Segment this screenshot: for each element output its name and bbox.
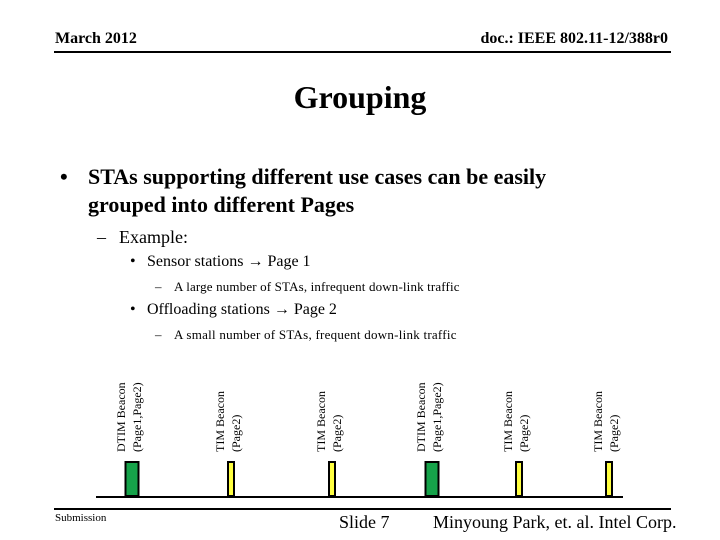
main-bullet-line1: STAs supporting different use cases can … xyxy=(88,164,547,189)
dash-icon: – xyxy=(155,327,162,342)
beacon-label-line1: DTIM Beacon xyxy=(414,382,428,452)
tim-beacon-bar xyxy=(605,461,613,497)
dtim-beacon-bar xyxy=(124,461,140,497)
footer-author: Minyoung Park, et. al. Intel Corp. xyxy=(433,512,677,532)
dash-icon: – xyxy=(97,227,106,247)
item-label: Sensor stations xyxy=(147,253,244,270)
tim-beacon: TIM Beacon (Page2) xyxy=(314,391,344,497)
dtim-beacon: DTIM Beacon (Page1,Page2) xyxy=(114,382,144,497)
beacon-label-line1: DTIM Beacon xyxy=(114,382,128,452)
arrow-right-icon: → xyxy=(273,301,290,318)
item-target: Page 1 xyxy=(267,253,311,270)
dtim-beacon: DTIM Beacon (Page1,Page2) xyxy=(414,382,444,497)
beacon-label-line1: TIM Beacon xyxy=(314,391,328,452)
beacon-label-line1: TIM Beacon xyxy=(591,391,605,452)
main-bullet-line2: grouped into different Pages xyxy=(88,192,355,217)
tim-beacon: TIM Beacon (Page2) xyxy=(213,391,243,497)
footer-submission: Submission xyxy=(55,512,107,524)
item-detail: A small number of STAs, frequent down-li… xyxy=(174,327,457,342)
example-label: Example: xyxy=(119,227,188,247)
footer-divider xyxy=(54,508,671,510)
header-divider xyxy=(54,51,671,53)
beacon-label-line2: (Page1,Page2) xyxy=(130,382,144,452)
tim-beacon-bar xyxy=(328,461,336,497)
bullet-icon: • xyxy=(130,253,136,270)
tim-beacon-bar xyxy=(227,461,235,497)
beacon-label-line1: TIM Beacon xyxy=(213,391,227,452)
item-label: Offloading stations xyxy=(147,301,270,318)
arrow-right-icon: → xyxy=(247,253,264,270)
tim-beacon: TIM Beacon (Page2) xyxy=(591,391,621,497)
tim-beacon: TIM Beacon (Page2) xyxy=(501,391,531,497)
tim-beacon-bar xyxy=(515,461,523,497)
beacon-label-line1: TIM Beacon xyxy=(501,391,515,452)
slide-title: Grouping xyxy=(293,79,427,115)
list-item-sensor: Sensor stations → Page 1 xyxy=(147,253,311,271)
beacon-label-line2: (Page2) xyxy=(229,415,243,452)
header-doc-id: doc.: IEEE 802.11-12/388r0 xyxy=(480,30,668,47)
list-item-offloading: Offloading stations → Page 2 xyxy=(147,301,337,319)
beacon-label-line2: (Page2) xyxy=(607,415,621,452)
beacon-label-line2: (Page1,Page2) xyxy=(430,382,444,452)
beacon-layer: DTIM Beacon (Page1,Page2) TIM Beacon (Page2… xyxy=(114,382,621,497)
beacon-label-line2: (Page2) xyxy=(330,415,344,452)
beacon-label-line2: (Page2) xyxy=(517,415,531,452)
item-detail: A large number of STAs, infrequent down-… xyxy=(174,279,460,294)
item-target: Page 2 xyxy=(293,301,337,318)
bullet-icon: • xyxy=(130,301,136,318)
bullet-icon: • xyxy=(60,164,68,189)
footer-slide-number: Slide 7 xyxy=(339,512,390,532)
header-date: March 2012 xyxy=(55,30,137,47)
dtim-beacon-bar xyxy=(424,461,440,497)
dash-icon: – xyxy=(155,279,162,294)
